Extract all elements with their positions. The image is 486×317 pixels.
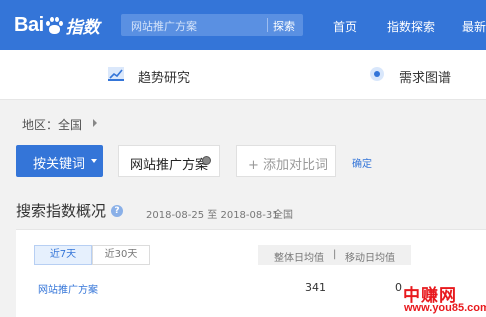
nav-home[interactable]: 首页 [333, 18, 357, 35]
top-bar: Bai 指数 网站推广方案 探索 首页 指数探索 最新 [0, 0, 486, 50]
add-compare-label: + 添加对比词 [248, 158, 329, 173]
row-keyword-link[interactable]: 网站推广方案 [38, 281, 98, 296]
column-header-overall: 整体日均值 [274, 253, 324, 264]
overview-title: 搜索指数概况 [16, 202, 107, 220]
help-icon[interactable]: ? [111, 205, 123, 217]
keyword-mode-label: 按关键词 [33, 157, 86, 172]
search-button[interactable]: 探索 [273, 18, 295, 34]
nav-latest[interactable]: 最新 [462, 18, 486, 35]
tab-demand-map[interactable]: 需求图谱 [399, 67, 451, 86]
keyword-mode-button[interactable]: 按关键词 [16, 145, 103, 177]
row-overall-value: 341 [305, 281, 326, 294]
paw-icon [45, 16, 63, 34]
tab-last-7-days[interactable]: 近7天 [34, 245, 92, 265]
confirm-link[interactable]: 确定 [352, 155, 372, 170]
sub-nav-bar: 趋势研究 需求图谱 [0, 50, 486, 100]
column-header-mobile: 移动日均值 [345, 253, 395, 264]
baidu-index-logo[interactable]: Bai 指数 [14, 11, 100, 39]
nav-index-explore[interactable]: 指数探索 [387, 18, 435, 35]
trend-chart-icon [108, 67, 124, 81]
search-divider [267, 18, 268, 32]
caret-down-icon [91, 159, 97, 163]
region-selector[interactable]: 地区：全国 [22, 116, 82, 133]
table-header: 整体日均值 | 移动日均值 [258, 245, 411, 265]
tab-trend-research[interactable]: 趋势研究 [138, 67, 190, 86]
mouse-cursor-icon [202, 156, 211, 165]
logo-index-text: 指数 [65, 17, 100, 38]
row-mobile-value: 0 [395, 281, 402, 294]
tab-last-30-days[interactable]: 近30天 [92, 245, 150, 265]
watermark-url: www.you85.com [404, 302, 486, 314]
add-compare-word-input[interactable]: + 添加对比词 [236, 145, 336, 177]
search-placeholder: 网站推广方案 [131, 20, 197, 33]
date-range: 2018-08-25 至 2018-08-31 [146, 210, 279, 221]
chevron-right-icon[interactable] [93, 119, 97, 127]
logo-text: Bai [14, 13, 44, 36]
search-input[interactable]: 网站推广方案 探索 [121, 14, 303, 36]
demand-map-icon [370, 67, 384, 81]
keyword-input-value: 网站推广方案 [130, 158, 209, 173]
overview-region: 全国 [273, 210, 293, 221]
column-header-divider: | [333, 249, 337, 260]
